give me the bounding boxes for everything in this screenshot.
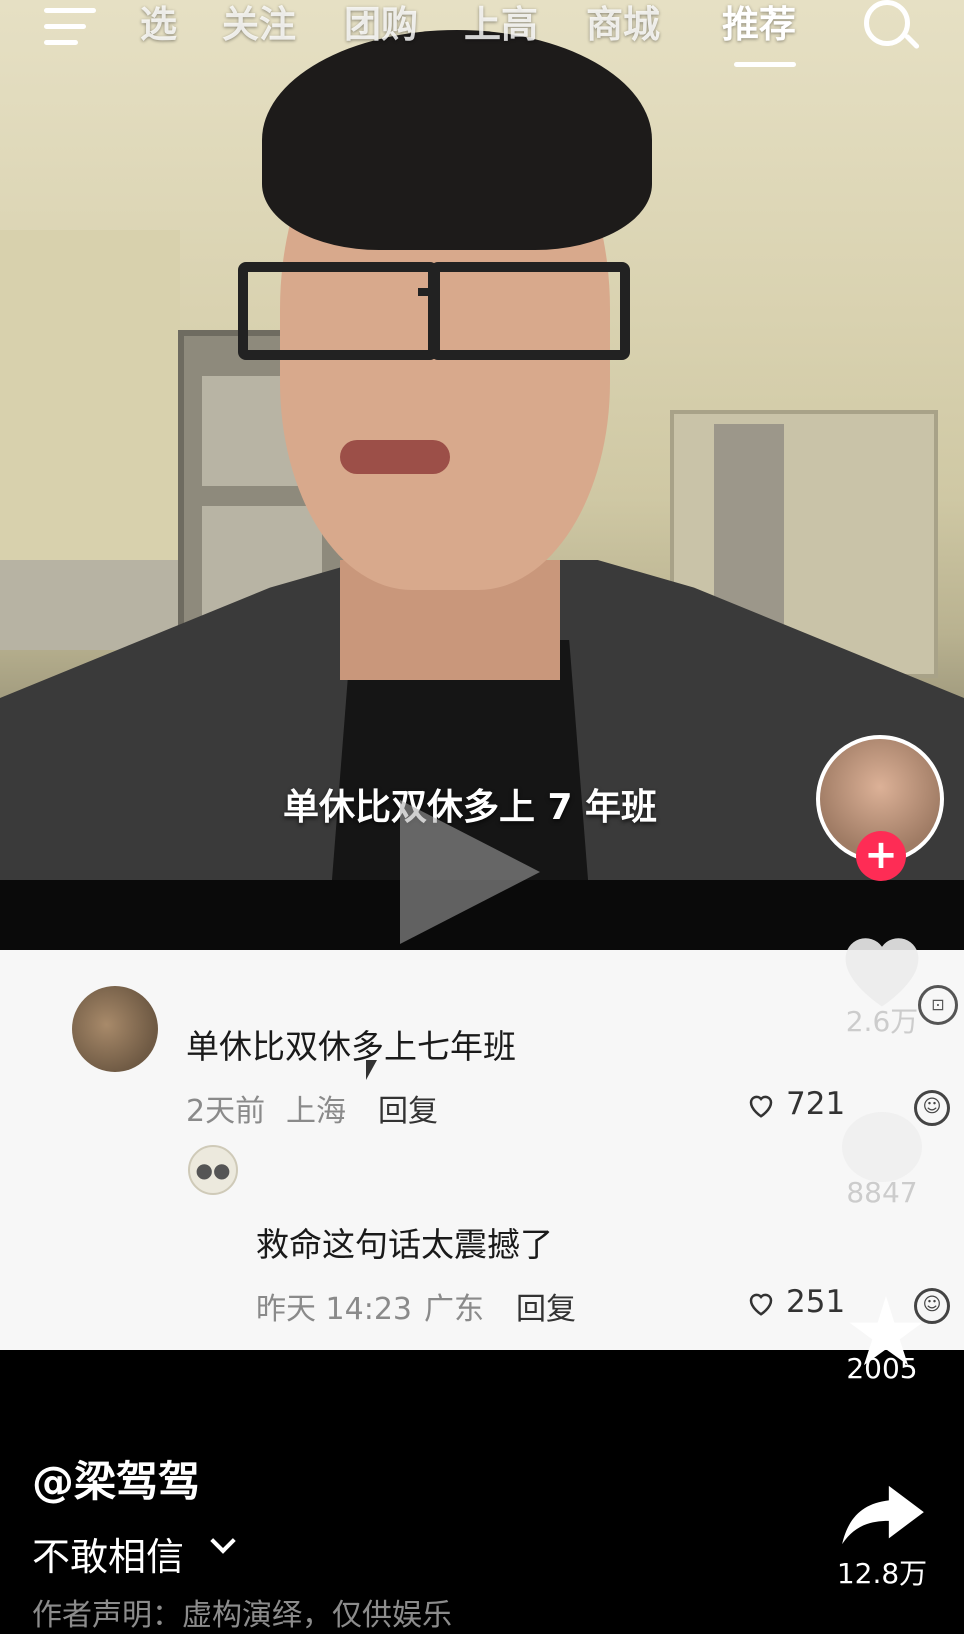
glasses-lens-right (430, 262, 630, 360)
share-count: 12.8万 (836, 1557, 928, 1590)
tab-mall[interactable]: 商城 (586, 0, 660, 48)
comment-text: 救命这句话太震撼了 (256, 1225, 553, 1264)
tab-recommend[interactable]: 推荐 (722, 0, 796, 48)
favorite-count: 2005 (846, 1352, 918, 1385)
post-description[interactable]: 不敢相信 (32, 1526, 184, 1581)
tab-selected[interactable]: 选 (140, 0, 177, 48)
person-mouth (340, 440, 450, 474)
comment-count: 8847 (846, 1176, 918, 1209)
like-count: 2.6万 (845, 1005, 919, 1038)
comment-location: 广东 (424, 1292, 484, 1327)
tab-group-buy[interactable]: 团购 (344, 0, 418, 48)
tab-shanggao[interactable]: 上高 (464, 0, 538, 48)
search-icon[interactable] (864, 0, 910, 46)
glasses-lens-left (238, 262, 438, 360)
comment-text: 单休比双休多上七年班 (186, 1027, 516, 1066)
active-tab-indicator (734, 62, 796, 67)
commenter-avatar[interactable]: ●● (188, 1145, 238, 1195)
comment-time: 昨天 14:23 (256, 1292, 412, 1327)
author-disclaimer: 作者声明：虚构演绎，仅供娱乐 (32, 1598, 452, 1633)
commenter-avatar[interactable] (72, 986, 158, 1072)
chevron-down-icon[interactable] (210, 1528, 236, 1554)
comment-time: 2天前 (186, 1094, 266, 1129)
comment-location: 上海 (286, 1094, 346, 1129)
follow-plus-icon[interactable]: + (856, 831, 906, 881)
heart-outline-icon[interactable] (746, 1090, 776, 1120)
top-navigation: 选 关注 团购 上高 商城 推荐 (0, 0, 964, 70)
comment-like-count: 251 (786, 1284, 846, 1320)
heart-outline-icon[interactable] (746, 1288, 776, 1318)
comment-reply-button[interactable]: 回复 (378, 1086, 438, 1130)
play-icon[interactable] (400, 800, 540, 944)
like-heart-icon[interactable] (838, 930, 926, 1010)
comment-bubble-icon[interactable] (842, 1112, 922, 1182)
emoji-icon[interactable]: ☺ (914, 1090, 950, 1126)
author-handle[interactable]: @梁驾驾 (32, 1448, 200, 1509)
share-arrow-icon[interactable] (838, 1480, 928, 1550)
comment-like-count: 721 (786, 1086, 846, 1122)
comment-reply-button[interactable]: 回复 (516, 1284, 576, 1328)
video-player[interactable] (0, 0, 964, 905)
tab-following[interactable]: 关注 (222, 0, 296, 48)
emoji-icon[interactable]: ☺ (914, 1288, 950, 1324)
cabinet-mirror (714, 424, 784, 624)
menu-icon[interactable] (44, 8, 96, 46)
mouse-cursor-icon (366, 1060, 377, 1080)
glasses-bridge (418, 288, 438, 296)
